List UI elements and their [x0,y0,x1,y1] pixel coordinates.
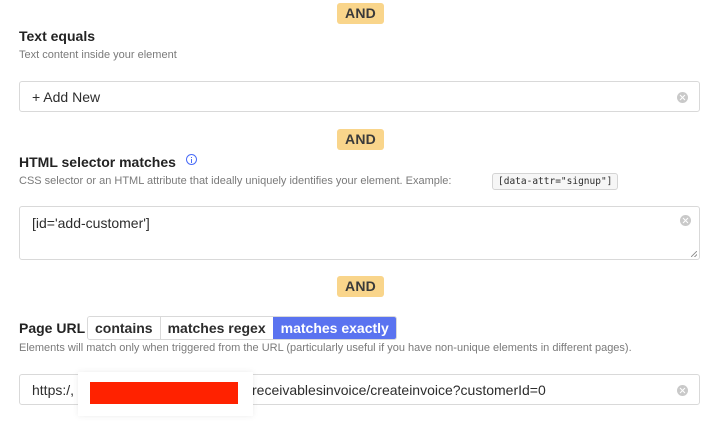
mode-matches-exactly-button[interactable]: matches exactly [272,317,396,339]
element-filter-panel: AND Text equals Text content inside your… [0,0,725,428]
mode-matches-regex-button[interactable]: matches regex [159,317,273,339]
clear-icon[interactable] [677,385,688,396]
resize-handle[interactable] [691,251,697,257]
html-selector-value: [id='add-customer'] [32,215,150,231]
and-badge: AND [337,276,384,297]
html-selector-label: HTML selector matches [19,154,176,170]
text-equals-hint: Text content inside your element [19,49,177,61]
and-badge: AND [337,3,384,24]
info-icon[interactable] [186,154,197,165]
text-equals-input[interactable]: + Add New [19,81,700,112]
text-equals-label: Text equals [19,28,95,44]
page-url-label: Page URL [19,320,86,336]
selector-example-code: [data-attr="signup"] [492,173,619,190]
html-selector-hint: CSS selector or an HTML attribute that i… [19,175,452,187]
html-selector-textarea[interactable]: [id='add-customer'] [19,206,700,260]
clear-icon[interactable] [677,92,688,103]
and-badge: AND [337,129,384,150]
page-url-value-prefix: https:/, [32,382,75,398]
redaction-box [90,382,238,404]
page-url-value-suffix: receivablesinvoice/createinvoice?custome… [252,382,546,398]
url-match-mode-toggle: contains matches regex matches exactly [87,316,397,340]
mode-contains-button[interactable]: contains [88,317,160,339]
text-equals-value: + Add New [32,89,101,105]
page-url-hint: Elements will match only when triggered … [19,342,632,354]
clear-icon[interactable] [680,215,691,226]
